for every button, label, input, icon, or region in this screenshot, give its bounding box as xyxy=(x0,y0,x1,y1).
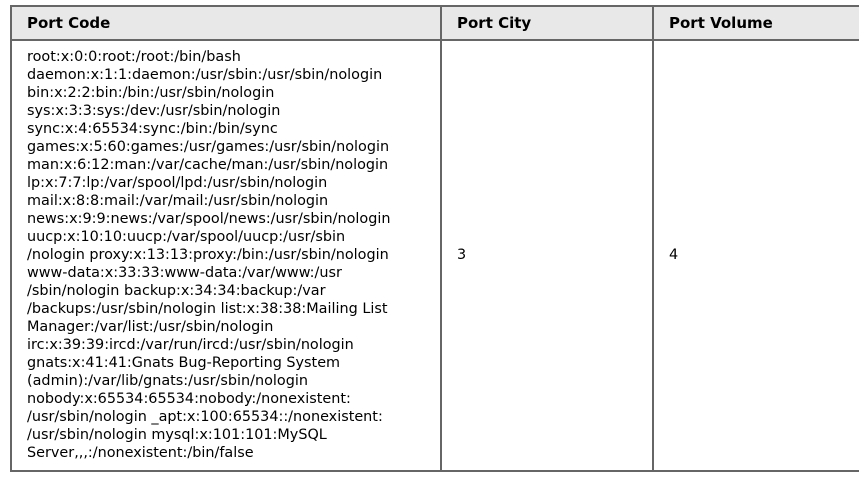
header-port-city: Port City xyxy=(440,5,654,41)
code-line: gnats:x:41:41:Gnats Bug-Reporting System xyxy=(27,355,341,371)
header-port-code: Port Code xyxy=(10,5,442,41)
code-line: /nologin proxy:x:13:13:proxy:/bin:/usr/s… xyxy=(27,247,389,263)
cell-port-city: 3 xyxy=(440,39,654,472)
header-port-volume: Port Volume xyxy=(652,5,859,41)
code-line: mail:x:8:8:mail:/var/mail:/usr/sbin/nolo… xyxy=(27,193,329,209)
code-line: uucp:x:10:10:uucp:/var/spool/uucp:/usr/s… xyxy=(27,229,346,245)
code-line: irc:x:39:39:ircd:/var/run/ircd:/usr/sbin… xyxy=(27,337,354,353)
code-line: daemon:x:1:1:daemon:/usr/sbin:/usr/sbin/… xyxy=(27,67,383,83)
table-header: Port Code Port City Port Volume xyxy=(10,5,859,41)
code-line: /sbin/nologin backup:x:34:34:backup:/var xyxy=(27,283,326,299)
code-line: sync:x:4:65534:sync:/bin:/bin/sync xyxy=(27,121,278,137)
code-line: /usr/sbin/nologin _apt:x:100:65534::/non… xyxy=(27,409,383,425)
header-row: Port Code Port City Port Volume xyxy=(10,5,859,41)
code-line: games:x:5:60:games:/usr/games:/usr/sbin/… xyxy=(27,139,390,155)
table-body: root:x:0:0:root:/root:/bin/bash daemon:x… xyxy=(10,39,859,472)
code-line: lp:x:7:7:lp:/var/spool/lpd:/usr/sbin/nol… xyxy=(27,175,328,191)
code-line: nobody:x:65534:65534:nobody:/nonexistent… xyxy=(27,391,351,407)
code-line: man:x:6:12:man:/var/cache/man:/usr/sbin/… xyxy=(27,157,389,173)
port-table: Port Code Port City Port Volume root:x:0… xyxy=(10,5,859,472)
code-line: /usr/sbin/nologin mysql:x:101:101:MySQL xyxy=(27,427,327,443)
code-line: bin:x:2:2:bin:/bin:/usr/sbin/nologin xyxy=(27,85,275,101)
code-line: (admin):/var/lib/gnats:/usr/sbin/nologin xyxy=(27,373,308,389)
code-line: sys:x:3:3:sys:/dev:/usr/sbin/nologin xyxy=(27,103,281,119)
code-line: news:x:9:9:news:/var/spool/news:/usr/sbi… xyxy=(27,211,391,227)
cell-port-code: root:x:0:0:root:/root:/bin/bash daemon:x… xyxy=(10,39,442,472)
code-line: root:x:0:0:root:/root:/bin/bash xyxy=(27,49,241,65)
code-line: Server,,,:/nonexistent:/bin/false xyxy=(27,445,254,461)
table-row: root:x:0:0:root:/root:/bin/bash daemon:x… xyxy=(10,39,859,472)
code-line: /backups:/usr/sbin/nologin list:x:38:38:… xyxy=(27,301,388,317)
code-line: Manager:/var/list:/usr/sbin/nologin xyxy=(27,319,274,335)
code-line: www-data:x:33:33:www-data:/var/www:/usr xyxy=(27,265,342,281)
cell-port-volume: 4 xyxy=(652,39,859,472)
